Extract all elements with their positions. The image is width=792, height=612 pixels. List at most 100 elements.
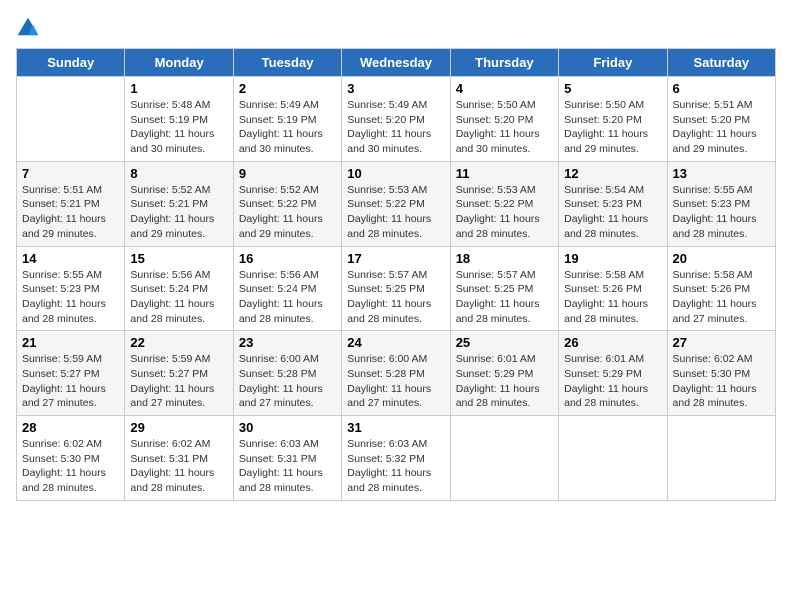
day-number: 13 bbox=[673, 166, 770, 181]
day-cell bbox=[667, 416, 775, 501]
day-number: 29 bbox=[130, 420, 227, 435]
day-number: 17 bbox=[347, 251, 444, 266]
day-number: 22 bbox=[130, 335, 227, 350]
day-number: 19 bbox=[564, 251, 661, 266]
day-number: 9 bbox=[239, 166, 336, 181]
day-cell: 19 Sunrise: 5:58 AMSunset: 5:26 PMDayligh… bbox=[559, 246, 667, 331]
day-number: 23 bbox=[239, 335, 336, 350]
day-cell: 28 Sunrise: 6:02 AMSunset: 5:30 PMDayligh… bbox=[17, 416, 125, 501]
day-cell: 7 Sunrise: 5:51 AMSunset: 5:21 PMDaylight… bbox=[17, 161, 125, 246]
day-info: Sunrise: 5:59 AMSunset: 5:27 PMDaylight:… bbox=[22, 352, 119, 411]
day-number: 4 bbox=[456, 81, 553, 96]
day-cell: 26 Sunrise: 6:01 AMSunset: 5:29 PMDayligh… bbox=[559, 331, 667, 416]
day-number: 25 bbox=[456, 335, 553, 350]
day-info: Sunrise: 5:51 AMSunset: 5:20 PMDaylight:… bbox=[673, 98, 770, 157]
day-info: Sunrise: 5:57 AMSunset: 5:25 PMDaylight:… bbox=[456, 268, 553, 327]
day-cell: 2 Sunrise: 5:49 AMSunset: 5:19 PMDaylight… bbox=[233, 77, 341, 162]
header bbox=[16, 16, 776, 40]
day-number: 5 bbox=[564, 81, 661, 96]
day-info: Sunrise: 5:55 AMSunset: 5:23 PMDaylight:… bbox=[673, 183, 770, 242]
day-number: 18 bbox=[456, 251, 553, 266]
day-info: Sunrise: 5:51 AMSunset: 5:21 PMDaylight:… bbox=[22, 183, 119, 242]
day-cell: 6 Sunrise: 5:51 AMSunset: 5:20 PMDaylight… bbox=[667, 77, 775, 162]
day-info: Sunrise: 5:50 AMSunset: 5:20 PMDaylight:… bbox=[564, 98, 661, 157]
day-number: 15 bbox=[130, 251, 227, 266]
day-cell: 25 Sunrise: 6:01 AMSunset: 5:29 PMDayligh… bbox=[450, 331, 558, 416]
col-header-sunday: Sunday bbox=[17, 49, 125, 77]
day-number: 26 bbox=[564, 335, 661, 350]
day-info: Sunrise: 6:02 AMSunset: 5:30 PMDaylight:… bbox=[22, 437, 119, 496]
day-info: Sunrise: 5:50 AMSunset: 5:20 PMDaylight:… bbox=[456, 98, 553, 157]
day-cell: 18 Sunrise: 5:57 AMSunset: 5:25 PMDayligh… bbox=[450, 246, 558, 331]
day-cell: 30Sunrise: 6:03 AMSunset: 5:31 PMDayligh… bbox=[233, 416, 341, 501]
day-number: 7 bbox=[22, 166, 119, 181]
day-number: 8 bbox=[130, 166, 227, 181]
day-number: 20 bbox=[673, 251, 770, 266]
day-info: Sunrise: 6:01 AMSunset: 5:29 PMDaylight:… bbox=[456, 352, 553, 411]
day-number: 28 bbox=[22, 420, 119, 435]
day-info: Sunrise: 6:01 AMSunset: 5:29 PMDaylight:… bbox=[564, 352, 661, 411]
day-info: Sunrise: 5:49 AMSunset: 5:20 PMDaylight:… bbox=[347, 98, 444, 157]
day-cell: 31Sunrise: 6:03 AMSunset: 5:32 PMDayligh… bbox=[342, 416, 450, 501]
day-info: Sunrise: 5:58 AMSunset: 5:26 PMDaylight:… bbox=[673, 268, 770, 327]
day-cell: 11 Sunrise: 5:53 AMSunset: 5:22 PMDayligh… bbox=[450, 161, 558, 246]
day-info: Sunrise: 5:55 AMSunset: 5:23 PMDaylight:… bbox=[22, 268, 119, 327]
col-header-wednesday: Wednesday bbox=[342, 49, 450, 77]
day-info: Sunrise: 6:03 AMSunset: 5:31 PMDaylight:… bbox=[239, 437, 336, 496]
day-number: 2 bbox=[239, 81, 336, 96]
day-info: Sunrise: 6:02 AMSunset: 5:30 PMDaylight:… bbox=[673, 352, 770, 411]
day-cell: 12 Sunrise: 5:54 AMSunset: 5:23 PMDayligh… bbox=[559, 161, 667, 246]
day-number: 16 bbox=[239, 251, 336, 266]
day-info: Sunrise: 5:54 AMSunset: 5:23 PMDaylight:… bbox=[564, 183, 661, 242]
day-cell: 29Sunrise: 6:02 AMSunset: 5:31 PMDayligh… bbox=[125, 416, 233, 501]
day-info: Sunrise: 5:56 AMSunset: 5:24 PMDaylight:… bbox=[130, 268, 227, 327]
day-cell: 9Sunrise: 5:52 AMSunset: 5:22 PMDaylight… bbox=[233, 161, 341, 246]
col-header-friday: Friday bbox=[559, 49, 667, 77]
day-info: Sunrise: 5:52 AMSunset: 5:21 PMDaylight:… bbox=[130, 183, 227, 242]
day-cell: 22 Sunrise: 5:59 AMSunset: 5:27 PMDayligh… bbox=[125, 331, 233, 416]
day-cell: 5 Sunrise: 5:50 AMSunset: 5:20 PMDaylight… bbox=[559, 77, 667, 162]
day-cell bbox=[17, 77, 125, 162]
col-header-saturday: Saturday bbox=[667, 49, 775, 77]
day-cell: 4 Sunrise: 5:50 AMSunset: 5:20 PMDaylight… bbox=[450, 77, 558, 162]
day-cell: 24 Sunrise: 6:00 AMSunset: 5:28 PMDayligh… bbox=[342, 331, 450, 416]
day-info: Sunrise: 6:00 AMSunset: 5:28 PMDaylight:… bbox=[347, 352, 444, 411]
day-info: Sunrise: 5:49 AMSunset: 5:19 PMDaylight:… bbox=[239, 98, 336, 157]
day-cell: 17 Sunrise: 5:57 AMSunset: 5:25 PMDayligh… bbox=[342, 246, 450, 331]
day-cell: 15 Sunrise: 5:56 AMSunset: 5:24 PMDayligh… bbox=[125, 246, 233, 331]
day-cell: 1Sunrise: 5:48 AMSunset: 5:19 PMDaylight… bbox=[125, 77, 233, 162]
week-row-2: 7 Sunrise: 5:51 AMSunset: 5:21 PMDaylight… bbox=[17, 161, 776, 246]
day-cell: 20 Sunrise: 5:58 AMSunset: 5:26 PMDayligh… bbox=[667, 246, 775, 331]
day-number: 10 bbox=[347, 166, 444, 181]
logo-icon bbox=[16, 16, 40, 40]
day-info: Sunrise: 5:53 AMSunset: 5:22 PMDaylight:… bbox=[456, 183, 553, 242]
day-cell: 21 Sunrise: 5:59 AMSunset: 5:27 PMDayligh… bbox=[17, 331, 125, 416]
day-number: 31 bbox=[347, 420, 444, 435]
week-row-4: 21 Sunrise: 5:59 AMSunset: 5:27 PMDayligh… bbox=[17, 331, 776, 416]
day-cell: 8 Sunrise: 5:52 AMSunset: 5:21 PMDaylight… bbox=[125, 161, 233, 246]
day-info: Sunrise: 5:53 AMSunset: 5:22 PMDaylight:… bbox=[347, 183, 444, 242]
day-cell: 23 Sunrise: 6:00 AMSunset: 5:28 PMDayligh… bbox=[233, 331, 341, 416]
day-info: Sunrise: 6:00 AMSunset: 5:28 PMDaylight:… bbox=[239, 352, 336, 411]
day-cell: 14 Sunrise: 5:55 AMSunset: 5:23 PMDayligh… bbox=[17, 246, 125, 331]
day-number: 12 bbox=[564, 166, 661, 181]
day-info: Sunrise: 5:48 AMSunset: 5:19 PMDaylight:… bbox=[130, 98, 227, 157]
day-cell: 10 Sunrise: 5:53 AMSunset: 5:22 PMDayligh… bbox=[342, 161, 450, 246]
week-row-1: 1Sunrise: 5:48 AMSunset: 5:19 PMDaylight… bbox=[17, 77, 776, 162]
day-info: Sunrise: 5:57 AMSunset: 5:25 PMDaylight:… bbox=[347, 268, 444, 327]
day-number: 11 bbox=[456, 166, 553, 181]
calendar-table: SundayMondayTuesdayWednesdayThursdayFrid… bbox=[16, 48, 776, 501]
day-cell bbox=[450, 416, 558, 501]
day-number: 6 bbox=[673, 81, 770, 96]
day-number: 14 bbox=[22, 251, 119, 266]
day-info: Sunrise: 5:59 AMSunset: 5:27 PMDaylight:… bbox=[130, 352, 227, 411]
day-cell bbox=[559, 416, 667, 501]
week-row-3: 14 Sunrise: 5:55 AMSunset: 5:23 PMDayligh… bbox=[17, 246, 776, 331]
day-cell: 3 Sunrise: 5:49 AMSunset: 5:20 PMDaylight… bbox=[342, 77, 450, 162]
day-number: 21 bbox=[22, 335, 119, 350]
week-row-5: 28 Sunrise: 6:02 AMSunset: 5:30 PMDayligh… bbox=[17, 416, 776, 501]
day-number: 3 bbox=[347, 81, 444, 96]
col-header-tuesday: Tuesday bbox=[233, 49, 341, 77]
day-info: Sunrise: 5:58 AMSunset: 5:26 PMDaylight:… bbox=[564, 268, 661, 327]
day-number: 24 bbox=[347, 335, 444, 350]
